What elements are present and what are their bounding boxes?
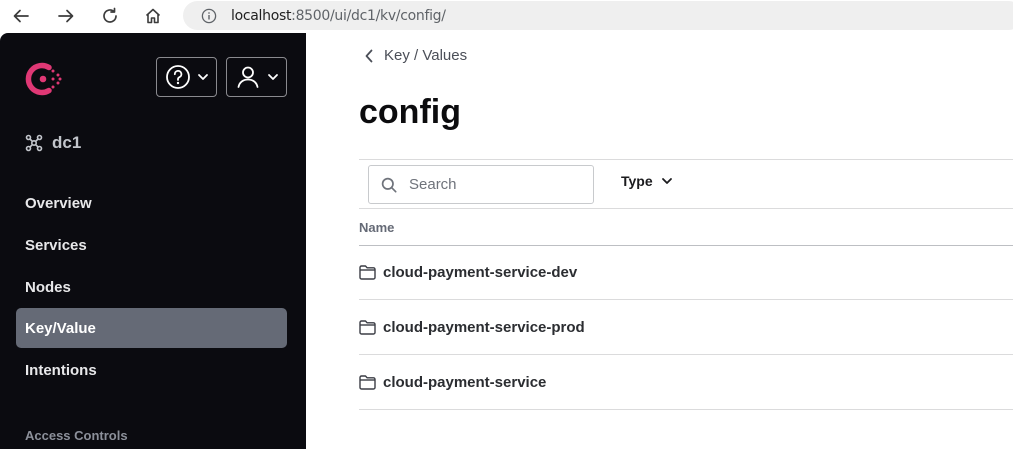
home-button[interactable] [140,4,166,28]
datacenter-label: dc1 [52,133,82,152]
help-icon [166,65,190,89]
row-name-link[interactable]: cloud-payment-service-dev [383,264,577,281]
column-header-name[interactable]: Name [359,209,1013,246]
search-input[interactable] [409,176,579,193]
url-text[interactable]: localhost:8500/ui/dc1/kv/config/ [231,8,446,24]
sidebar: dc1 Overview Services Nodes Key/Value In… [0,33,306,449]
type-filter-dropdown[interactable]: Type [621,173,673,189]
row-name-link[interactable]: cloud-payment-service-prod [383,319,585,336]
main-content: Key / Values config Type Name cloud-paym… [306,33,1013,449]
table-row[interactable]: cloud-payment-service-dev [359,245,1013,300]
url-path: :8500/ui/dc1/kv/config/ [291,7,446,24]
search-box[interactable] [368,165,594,204]
type-filter-label: Type [621,173,653,189]
reload-icon [103,7,117,23]
user-menu-button[interactable] [226,57,287,97]
url-host: localhost [231,7,292,24]
browser-toolbar: localhost:8500/ui/dc1/kv/config/ [0,0,1013,33]
folder-icon [359,264,376,280]
breadcrumb[interactable]: Key / Values [364,47,467,64]
chevron-down-icon [268,74,278,80]
chevron-left-icon [365,49,373,62]
forward-button[interactable] [53,4,79,28]
filter-toolbar: Type [359,159,1013,209]
chevron-down-icon [661,178,672,184]
sidebar-item-services[interactable]: Services [16,225,287,265]
user-icon [237,66,259,88]
reload-button[interactable] [97,4,123,28]
datacenter-icon [25,134,43,152]
sidebar-item-key-value[interactable]: Key/Value [16,308,287,348]
back-button[interactable] [8,4,34,28]
page-title: config [359,93,461,131]
consul-logo-icon[interactable] [22,57,66,101]
folder-icon [359,319,376,335]
datacenter-selector[interactable]: dc1 [24,133,81,153]
address-bar[interactable]: localhost:8500/ui/dc1/kv/config/ [183,1,1013,30]
home-icon [145,8,161,24]
sidebar-item-nodes[interactable]: Nodes [16,267,287,307]
arrow-right-icon [58,9,74,23]
search-icon [381,177,397,193]
folder-icon [359,374,376,390]
table-row[interactable]: cloud-payment-service [359,355,1013,410]
table-row[interactable]: cloud-payment-service-prod [359,300,1013,355]
help-menu-button[interactable] [156,57,217,97]
info-icon[interactable] [201,8,217,24]
sidebar-item-intentions[interactable]: Intentions [16,350,287,390]
arrow-left-icon [13,9,29,23]
breadcrumb-link[interactable]: Key / Values [384,47,467,64]
row-name-link[interactable]: cloud-payment-service [383,374,546,391]
sidebar-item-overview[interactable]: Overview [16,183,287,223]
access-controls-section-label: Access Controls [25,428,128,443]
chevron-down-icon [198,74,208,80]
